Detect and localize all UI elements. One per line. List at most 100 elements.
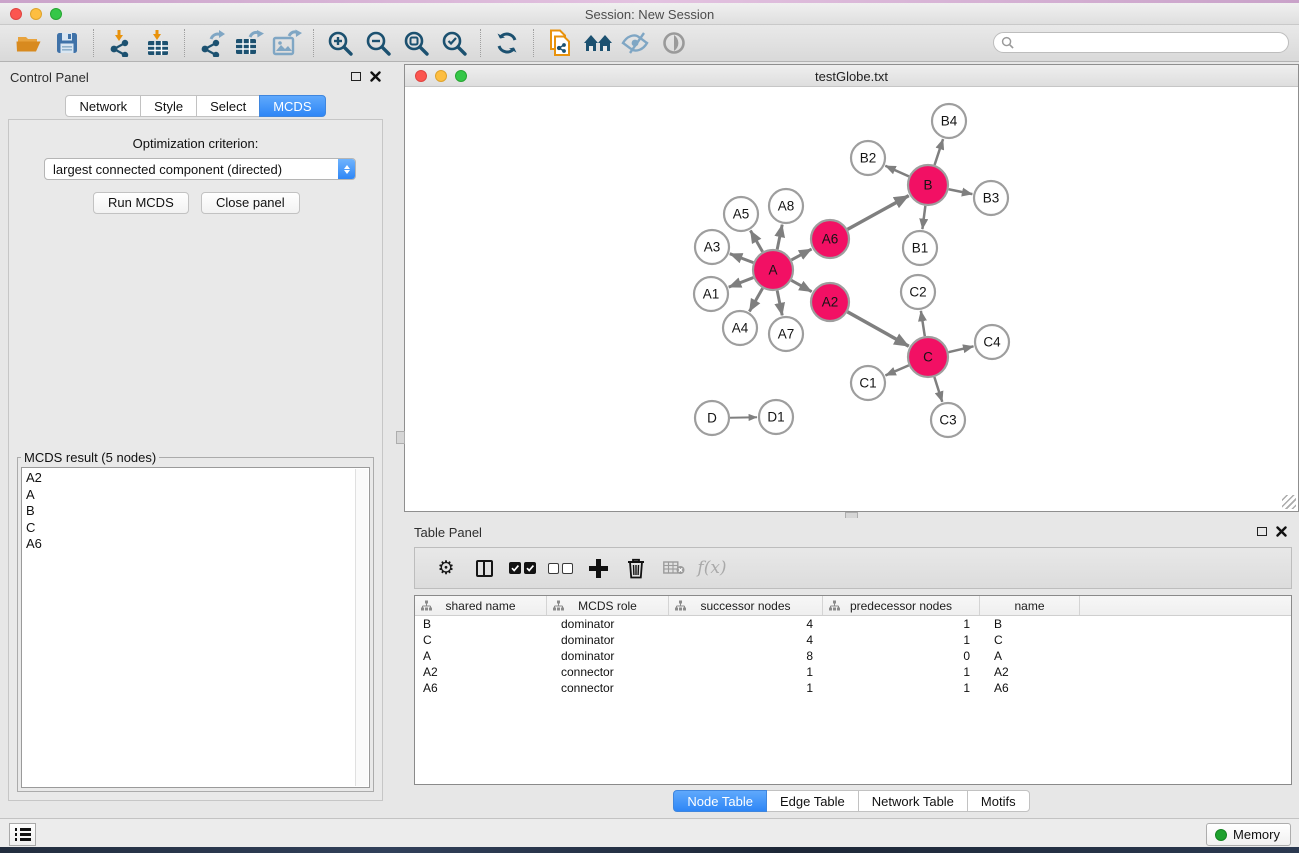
optimization-criterion-select[interactable]: largest connected component (directed) (44, 158, 356, 180)
table-row[interactable]: Bdominator41B (415, 616, 1291, 632)
mcds-result-item[interactable]: A (22, 487, 369, 504)
mcds-result-item[interactable]: A2 (22, 470, 369, 487)
node-C[interactable]: C (908, 337, 948, 377)
node-D[interactable]: D (695, 401, 729, 435)
open-session-icon[interactable] (10, 27, 48, 59)
splitter-handle[interactable] (396, 431, 405, 444)
mcds-result-item[interactable]: A6 (22, 536, 369, 553)
network-canvas[interactable]: B4 B2 B B3 A5 A8A6 B1 A3 A C2 A1 A2 A4 A7 C4 C C1 C3 D D1 (405, 87, 1298, 511)
edge-B-B4[interactable] (935, 139, 944, 165)
edge-B-B3[interactable] (949, 189, 973, 194)
gear-icon[interactable]: ⚙ (427, 551, 465, 585)
window-resize-grip[interactable] (1282, 495, 1296, 509)
deselect-all-icon[interactable] (541, 551, 579, 585)
mcds-result-item[interactable]: C (22, 520, 369, 537)
search-field[interactable] (993, 32, 1289, 53)
save-session-icon[interactable] (48, 27, 86, 59)
node-A8[interactable]: A8 (769, 189, 803, 223)
node-C2[interactable]: C2 (901, 275, 935, 309)
zoom-selected-icon[interactable] (435, 27, 473, 59)
tab-edge-table[interactable]: Edge Table (766, 790, 859, 812)
table-row[interactable]: A2connector11A2 (415, 664, 1291, 680)
node-B[interactable]: B (908, 165, 948, 205)
edge-A-A5[interactable] (750, 230, 762, 251)
edge-A-A7[interactable] (777, 291, 782, 316)
float-panel-icon[interactable] (351, 72, 361, 81)
edge-A6-B[interactable] (848, 196, 909, 230)
clone-network-icon[interactable] (541, 27, 579, 59)
node-A6[interactable]: A6 (811, 220, 849, 258)
import-table-icon[interactable] (139, 27, 177, 59)
edge-B-B2[interactable] (885, 166, 909, 177)
column-header-name[interactable]: name (980, 596, 1080, 615)
close-panel-button[interactable]: Close panel (201, 192, 300, 214)
edge-A2-C[interactable] (847, 312, 908, 346)
node-C3[interactable]: C3 (931, 403, 965, 437)
zoom-fit-icon[interactable] (397, 27, 435, 59)
mcds-result-list[interactable]: A2ABCA6 (21, 467, 370, 788)
node-B2[interactable]: B2 (851, 141, 885, 175)
edge-C-C1[interactable] (885, 365, 908, 375)
edge-A-A3[interactable] (730, 254, 754, 263)
export-network-icon[interactable] (192, 27, 230, 59)
select-all-icon[interactable] (503, 551, 541, 585)
node-B4[interactable]: B4 (932, 104, 966, 138)
close-panel-icon[interactable] (1276, 526, 1287, 537)
node-A3[interactable]: A3 (695, 230, 729, 264)
refresh-view-icon[interactable] (488, 27, 526, 59)
edge-A-A1[interactable] (729, 278, 754, 288)
edge-C-C4[interactable] (948, 346, 973, 352)
node-A5[interactable]: A5 (724, 197, 758, 231)
edge-C-C3[interactable] (934, 377, 942, 402)
float-panel-icon[interactable] (1257, 527, 1267, 536)
node-B3[interactable]: B3 (974, 181, 1008, 215)
node-B1[interactable]: B1 (903, 231, 937, 265)
column-header-MCDS-role[interactable]: MCDS role (547, 596, 669, 615)
node-A7[interactable]: A7 (769, 317, 803, 351)
mcds-result-item[interactable]: B (22, 503, 369, 520)
node-C4[interactable]: C4 (975, 325, 1009, 359)
column-header-successor-nodes[interactable]: successor nodes (669, 596, 823, 615)
node-D1[interactable]: D1 (759, 400, 793, 434)
node-A2[interactable]: A2 (811, 283, 849, 321)
edge-B-B1[interactable] (922, 206, 925, 229)
tab-select[interactable]: Select (196, 95, 260, 117)
node-table[interactable]: shared nameMCDS rolesuccessor nodesprede… (414, 595, 1292, 785)
table-row[interactable]: Cdominator41C (415, 632, 1291, 648)
tab-node-table[interactable]: Node Table (673, 790, 767, 812)
zoom-in-icon[interactable] (321, 27, 359, 59)
scrollbar[interactable] (355, 469, 368, 786)
edge-A-A6[interactable] (791, 249, 811, 260)
export-table-icon[interactable] (230, 27, 268, 59)
node-A[interactable]: A (753, 250, 793, 290)
edge-A-A2[interactable] (791, 280, 811, 291)
zoom-out-icon[interactable] (359, 27, 397, 59)
network-window-titlebar[interactable]: testGlobe.txt (405, 65, 1298, 87)
edge-C-C2[interactable] (921, 311, 925, 336)
export-image-icon[interactable] (268, 27, 306, 59)
columns-icon[interactable] (465, 551, 503, 585)
node-A4[interactable]: A4 (723, 311, 757, 345)
column-header-predecessor-nodes[interactable]: predecessor nodes (823, 596, 980, 615)
tab-network[interactable]: Network (65, 95, 141, 117)
node-C1[interactable]: C1 (851, 366, 885, 400)
run-mcds-button[interactable]: Run MCDS (93, 192, 189, 214)
delete-row-icon[interactable] (617, 551, 655, 585)
edge-A-A8[interactable] (777, 225, 782, 250)
home-icon[interactable] (579, 27, 617, 59)
tab-mcds[interactable]: MCDS (259, 95, 325, 117)
task-history-button[interactable] (9, 823, 36, 846)
memory-button[interactable]: Memory (1206, 823, 1291, 846)
hide-panels-icon[interactable] (617, 27, 655, 59)
column-header-shared-name[interactable]: shared name (415, 596, 547, 615)
import-network-icon[interactable] (101, 27, 139, 59)
tab-style[interactable]: Style (140, 95, 197, 117)
tab-network-table[interactable]: Network Table (858, 790, 968, 812)
search-input[interactable] (1014, 34, 1288, 51)
table-row[interactable]: Adominator80A (415, 648, 1291, 664)
table-row[interactable]: A6connector11A6 (415, 680, 1291, 696)
tab-motifs[interactable]: Motifs (967, 790, 1030, 812)
network-graph[interactable]: B4 B2 B B3 A5 A8A6 B1 A3 A C2 A1 A2 A4 A7 C4 C C1 C3 D D1 (405, 87, 1298, 511)
node-A1[interactable]: A1 (694, 277, 728, 311)
edge-A-A4[interactable] (749, 288, 762, 311)
